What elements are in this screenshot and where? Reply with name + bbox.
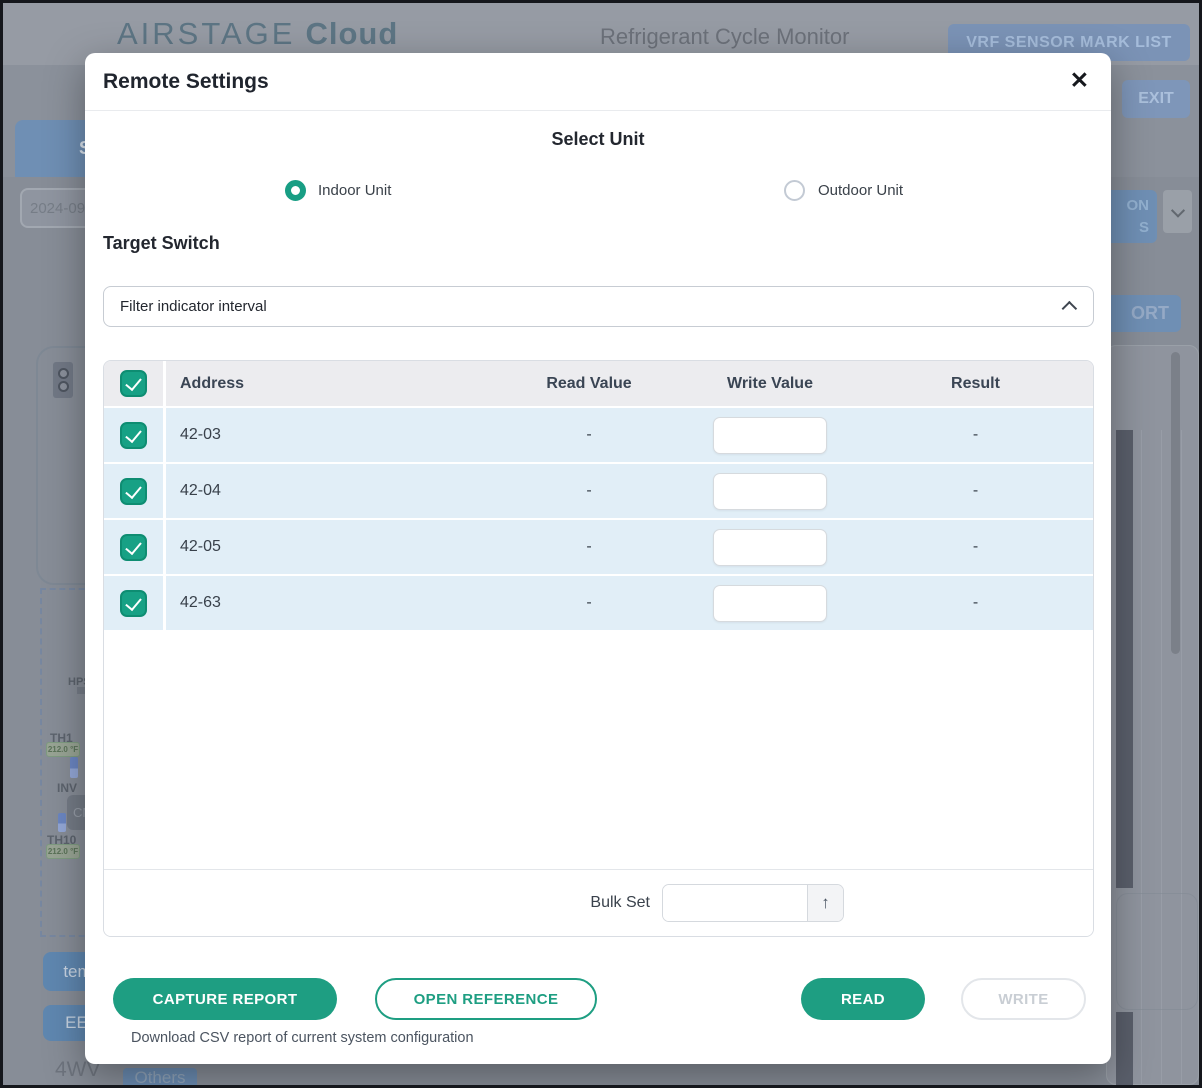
chevron-up-icon xyxy=(1062,301,1078,317)
fan-icon xyxy=(58,381,69,392)
fan-icon xyxy=(58,368,69,379)
scrollbar[interactable] xyxy=(1171,352,1180,654)
write-value-input[interactable] xyxy=(713,417,827,454)
page-title: Refrigerant Cycle Monitor xyxy=(600,24,849,50)
radio-indoor-label: Indoor Unit xyxy=(318,182,391,199)
dropdown-selected-label: Filter indicator interval xyxy=(120,298,267,315)
write-value-input[interactable] xyxy=(713,585,827,622)
bulk-set-label: Bulk Set xyxy=(590,894,650,912)
radio-indoor-unit[interactable] xyxy=(285,180,306,201)
others-button[interactable]: Others xyxy=(123,1068,197,1086)
sensor-pin-icon xyxy=(58,813,66,832)
chart-bar xyxy=(1116,1012,1133,1085)
arrow-up-icon: ↑ xyxy=(821,893,830,912)
outdoor-unit-icon xyxy=(53,362,73,398)
address-cell: 42-04 xyxy=(166,482,496,500)
col-header-read-value: Read Value xyxy=(496,375,682,393)
result-cell: - xyxy=(858,594,1093,612)
read-value-cell: - xyxy=(496,426,682,444)
row-checkbox[interactable] xyxy=(120,478,147,505)
row-checkbox[interactable] xyxy=(120,422,147,449)
date-field[interactable]: 2024-09 xyxy=(20,188,94,228)
radio-outdoor-unit[interactable] xyxy=(784,180,805,201)
sensor-pin-icon xyxy=(70,757,78,778)
read-value-cell: - xyxy=(496,538,682,556)
table-empty-area xyxy=(104,630,1093,869)
target-switch-heading: Target Switch xyxy=(103,233,220,254)
logo-airstage-text: AIRSTAGE xyxy=(117,16,295,51)
radio-outdoor-label: Outdoor Unit xyxy=(818,182,903,199)
close-icon[interactable]: ✕ xyxy=(1070,67,1089,94)
chart-bar xyxy=(1116,430,1133,888)
screen: AIRSTAGECloud Refrigerant Cycle Monitor … xyxy=(0,0,1202,1088)
airstage-cloud-logo: AIRSTAGE Cloud xyxy=(117,16,398,52)
csv-report-caption: Download CSV report of current system co… xyxy=(131,1030,474,1046)
select-unit-heading: Select Unit xyxy=(85,129,1111,150)
filter-indicator-dropdown[interactable]: Filter indicator interval xyxy=(103,286,1094,327)
write-button: WRITE xyxy=(961,978,1086,1020)
exit-button[interactable]: EXIT xyxy=(1122,80,1190,118)
address-cell: 42-03 xyxy=(166,426,496,444)
inv-label: INV xyxy=(57,781,77,795)
chevron-down-icon xyxy=(1170,203,1184,217)
select-all-checkbox[interactable] xyxy=(120,370,147,397)
write-value-input[interactable] xyxy=(713,529,827,566)
result-cell: - xyxy=(858,538,1093,556)
bulk-set-input[interactable] xyxy=(663,885,807,921)
table-row: 42-04 - - xyxy=(104,462,1093,518)
col-header-result: Result xyxy=(858,375,1093,393)
open-reference-button[interactable]: OPEN REFERENCE xyxy=(375,978,597,1020)
table-row: 42-05 - - xyxy=(104,518,1093,574)
read-value-cell: - xyxy=(496,594,682,612)
bulk-apply-button[interactable]: ↑ xyxy=(807,885,843,921)
header-divider xyxy=(85,110,1111,111)
read-value-cell: - xyxy=(496,482,682,500)
th10-value-badge: 212.0 °F xyxy=(46,844,80,859)
read-button[interactable]: READ xyxy=(801,978,925,1020)
result-cell: - xyxy=(858,482,1093,500)
background-dropdown[interactable] xyxy=(1163,190,1192,233)
row-checkbox[interactable] xyxy=(120,534,147,561)
result-cell: - xyxy=(858,426,1093,444)
row-checkbox[interactable] xyxy=(120,590,147,617)
bulk-set-group: ↑ xyxy=(662,884,844,922)
col-header-write-value: Write Value xyxy=(682,375,858,393)
col-header-address: Address xyxy=(166,375,496,393)
table-row: 42-03 - - xyxy=(104,406,1093,462)
remote-settings-dialog: Remote Settings ✕ Select Unit Indoor Uni… xyxy=(85,53,1111,1064)
table-row: 42-63 - - xyxy=(104,574,1093,630)
address-cell: 42-05 xyxy=(166,538,496,556)
logo-cloud-text: Cloud xyxy=(305,16,398,51)
dialog-title: Remote Settings xyxy=(103,70,269,94)
table-header-row: Address Read Value Write Value Result xyxy=(104,361,1093,406)
bulk-set-row: Bulk Set ↑ xyxy=(104,869,1093,936)
address-cell: 42-63 xyxy=(166,594,496,612)
switch-table: Address Read Value Write Value Result 42… xyxy=(103,360,1094,937)
th1-value-badge: 212.0 °F xyxy=(46,742,80,757)
capture-report-button[interactable]: CAPTURE REPORT xyxy=(113,978,337,1020)
write-value-input[interactable] xyxy=(713,473,827,510)
background-panel-outline xyxy=(1116,893,1198,1010)
